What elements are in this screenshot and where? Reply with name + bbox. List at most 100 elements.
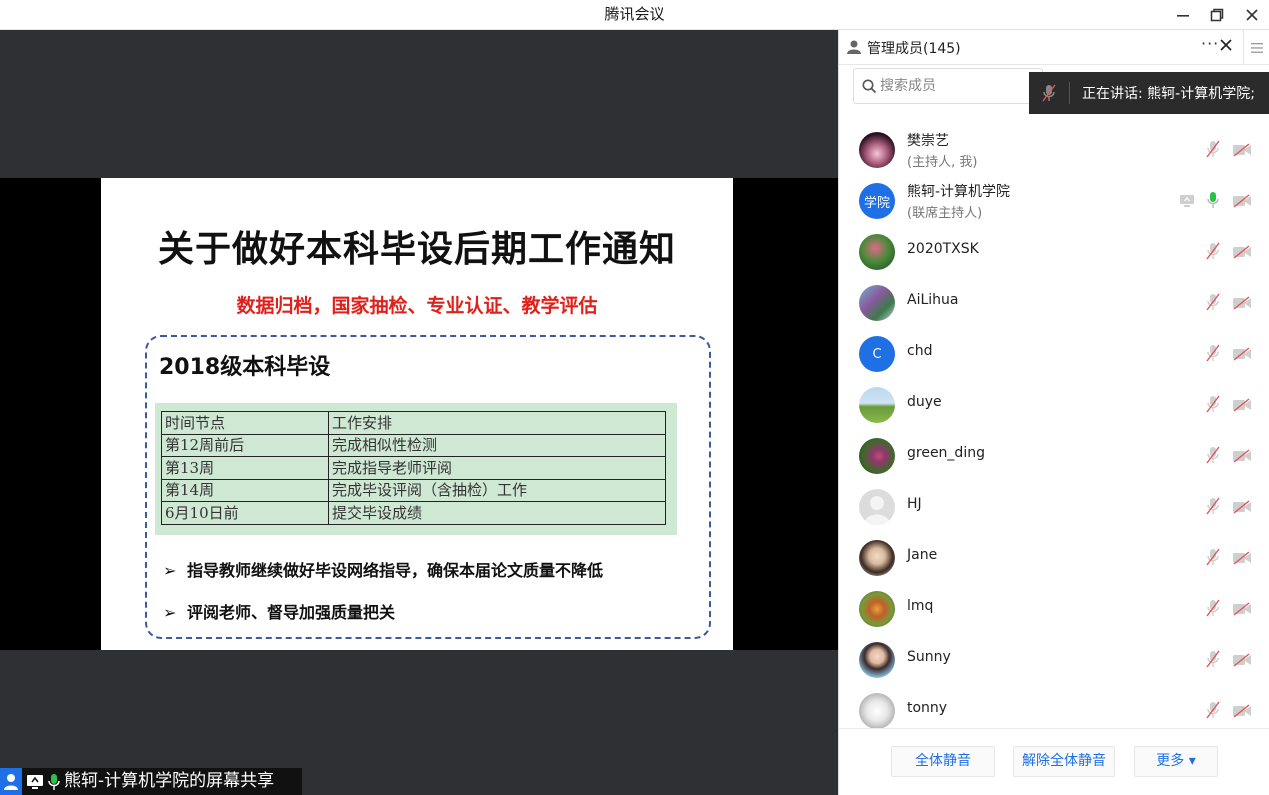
divider [1069,82,1070,104]
mute-all-button[interactable]: 全体静音 [891,746,995,777]
avatar [859,693,895,728]
member-row[interactable]: green_ding [839,430,1269,481]
camera-off-icon[interactable] [1232,142,1252,161]
search-input[interactable] [880,69,1040,103]
avatar [859,438,895,474]
bullet-arrow-icon: ➢ [163,603,177,622]
member-row[interactable]: 2020TXSK [839,226,1269,277]
camera-off-icon[interactable] [1232,397,1252,416]
avatar: C [859,336,895,372]
member-row[interactable]: tonny [839,685,1269,728]
member-name: 熊轲-计算机学院 [907,184,1011,200]
table-cell: 完成相似性检测 [328,433,666,457]
member-row[interactable]: 樊崇艺 (主持人, 我) [839,124,1269,175]
bullet-text: 评阅老师、督导加强质量把关 [187,603,396,622]
shared-slide: 关于做好本科毕设后期工作通知 数据归档，国家抽检、专业认证、教学评估 2018级… [101,178,733,650]
bullet-text: 指导教师继续做好毕设网络指导，确保本届论文质量不降低 [187,561,604,580]
menu-icon [1251,42,1263,53]
video-stage: 关于做好本科毕设后期工作通知 数据归档，国家抽检、专业认证、教学评估 2018级… [0,30,838,795]
slide-bullet: ➢ 评阅老师、督导加强质量把关 [163,599,395,623]
avatar [859,591,895,627]
avatar [859,132,895,168]
member-name: Sunny [907,649,951,665]
camera-off-icon[interactable] [1232,295,1252,314]
table-row: 第12周前后 完成相似性检测 [161,433,666,457]
mic-muted-icon[interactable] [1205,242,1221,264]
panel-close-button[interactable] [1219,37,1233,56]
member-name: 樊崇艺 [907,133,949,149]
screen-share-icon [26,774,44,790]
mic-muted-icon[interactable] [1205,599,1221,621]
camera-off-icon[interactable] [1232,703,1252,722]
slide-title: 关于做好本科毕设后期工作通知 [157,229,676,270]
slide-subtitle: 数据归档，国家抽检、专业认证、教学评估 [236,295,598,317]
member-row[interactable]: Sunny [839,634,1269,685]
schedule-box: 2018级本科毕设 时间节点 工作安排 第12周前后 完成相似性检测 第13周 … [145,335,711,639]
member-row[interactable]: C chd [839,328,1269,379]
members-icon [846,39,862,59]
close-button[interactable] [1235,0,1269,30]
restore-button[interactable] [1200,0,1234,30]
screen-share-label: 熊轲-计算机学院的屏幕共享 [0,768,302,795]
mic-muted-icon[interactable] [1205,344,1221,366]
default-avatar-icon [859,489,895,525]
mic-muted-icon[interactable] [1205,446,1221,468]
mic-muted-icon[interactable] [1205,140,1221,162]
member-row[interactable]: 学院 熊轲-计算机学院 (联席主持人) [839,175,1269,226]
table-header-row: 时间节点 工作安排 [161,411,666,435]
mic-on-icon[interactable] [1205,191,1221,213]
member-row[interactable]: Jane [839,532,1269,583]
mic-on-icon [48,773,60,791]
member-name: green_ding [907,445,985,461]
unmute-all-button[interactable]: 解除全体静音 [1013,746,1115,777]
member-name: duye [907,394,942,410]
table-cell: 完成指导老师评阅 [328,456,666,480]
mic-muted-icon[interactable] [1205,701,1221,723]
close-icon [1246,9,1258,21]
table-header-cell: 工作安排 [328,411,666,435]
mic-muted-icon[interactable] [1205,293,1221,315]
member-row[interactable]: AiLihua [839,277,1269,328]
member-name: 2020TXSK [907,241,979,257]
camera-off-icon[interactable] [1232,652,1252,671]
avatar [859,642,895,678]
member-row[interactable]: HJ [839,481,1269,532]
speaking-text: 正在讲话: 熊轲-计算机学院; [1082,86,1255,102]
search-icon [862,79,877,98]
member-role: (联席主持人) [907,206,983,221]
more-options-button[interactable]: 更多 ▾ [1134,746,1218,777]
table-cell: 第14周 [161,478,329,502]
member-row[interactable]: lmq [839,583,1269,634]
camera-off-icon[interactable] [1232,346,1252,365]
slide-bullet: ➢ 指导教师继续做好毕设网络指导，确保本届论文质量不降低 [163,557,603,581]
table-cell: 第13周 [161,456,329,480]
camera-off-icon[interactable] [1232,448,1252,467]
minimize-icon [1177,15,1189,17]
bullet-arrow-icon: ➢ [163,561,177,580]
member-role: (主持人, 我) [907,155,978,170]
camera-off-icon[interactable] [1232,601,1252,620]
table-cell: 第12周前后 [161,433,329,457]
mic-muted-icon[interactable] [1205,395,1221,417]
camera-off-icon[interactable] [1232,550,1252,569]
camera-off-icon[interactable] [1232,244,1252,263]
member-name: chd [907,343,933,359]
table-cell: 完成毕设评阅（含抽检）工作 [328,478,666,502]
panel-side-toggle[interactable] [1243,30,1269,65]
panel-more-button[interactable]: ··· [1201,34,1219,53]
user-icon [0,768,22,795]
avatar [859,540,895,576]
screen-share-icon [1179,193,1195,212]
member-name: lmq [907,598,934,614]
camera-off-icon[interactable] [1232,499,1252,518]
mic-muted-icon[interactable] [1205,650,1221,672]
camera-off-icon[interactable] [1232,193,1252,212]
member-row[interactable]: duye [839,379,1269,430]
member-search[interactable] [853,68,1043,104]
minimize-button[interactable] [1166,0,1200,30]
mic-muted-icon[interactable] [1205,497,1221,519]
member-panel: 管理成员(145) ··· 樊崇艺 (主持人, 我) 学院 熊轲-计算机学院 (… [838,30,1269,795]
member-name: Jane [907,547,938,563]
table-row: 第14周 完成毕设评阅（含抽检）工作 [161,478,666,502]
mic-muted-icon[interactable] [1205,548,1221,570]
